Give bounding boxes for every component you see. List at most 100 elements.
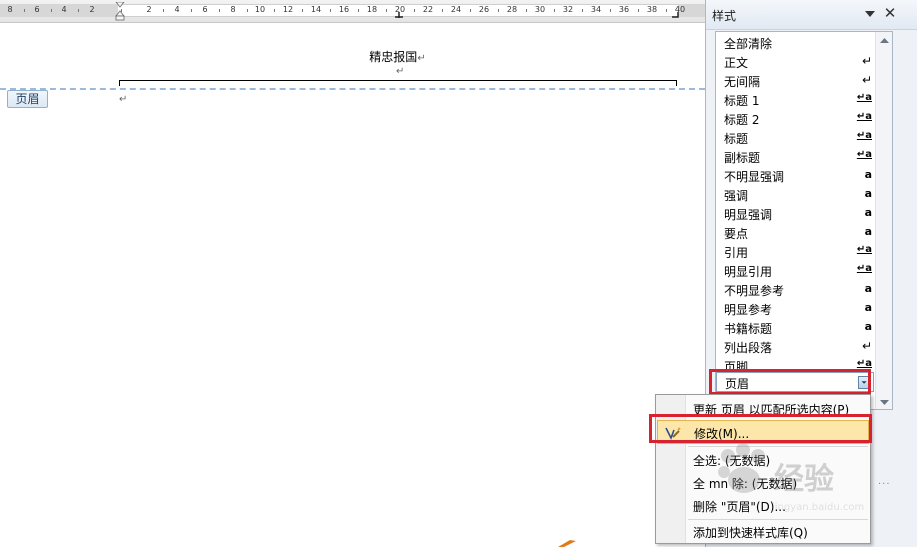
style-item[interactable]: 副标题 ↵a xyxy=(716,147,874,166)
header-title: 精忠报国 xyxy=(369,50,418,64)
close-icon[interactable]: ✕ xyxy=(882,5,898,21)
pane-options-dropdown-icon[interactable] xyxy=(863,8,877,20)
ruler-tick-label: 8 xyxy=(230,5,236,14)
style-item[interactable]: 明显引用 ↵a xyxy=(716,261,874,280)
character-style-icon: a xyxy=(864,168,872,181)
indent-marker-icon[interactable] xyxy=(115,2,125,21)
style-item[interactable]: 明显强调 a xyxy=(716,204,874,223)
ruler-tick xyxy=(386,9,387,12)
style-item[interactable]: 全部清除 xyxy=(716,33,874,52)
style-list[interactable]: 全部清除 正文 ↵ 无间隔 ↵ 标题 1 ↵a 标题 2 ↵a 标题 ↵a 副标题 ↵a 不明显强调 a 强调… xyxy=(715,31,893,410)
style-item-label: 标题 xyxy=(724,132,749,146)
right-tab-icon[interactable] xyxy=(672,12,680,18)
ruler-tick-label: 6 xyxy=(34,5,40,14)
style-item-label: 明显参考 xyxy=(724,303,773,317)
linked-style-icon: ↵a xyxy=(856,358,872,369)
ruler-tick-label: 6 xyxy=(202,5,208,14)
watermark-url: jingyan.baidu.com xyxy=(772,502,865,513)
style-item-label: 不明显强调 xyxy=(724,170,785,184)
linked-style-icon: ↵a xyxy=(856,263,872,274)
ruler-tick-label: 14 xyxy=(310,5,322,14)
style-item-label: 标题 1 xyxy=(724,94,760,108)
ruler-tick xyxy=(302,9,303,12)
ruler-tick-label: 22 xyxy=(422,5,434,14)
style-item[interactable]: 标题 2 ↵a xyxy=(716,109,874,128)
style-item-label: 标题 2 xyxy=(724,113,760,127)
ruler-tick xyxy=(526,9,527,12)
style-item[interactable]: 强调 a xyxy=(716,185,874,204)
center-tab-icon[interactable] xyxy=(395,12,403,18)
style-list-scrollbar[interactable] xyxy=(875,32,892,409)
header-label-tag: 页眉 xyxy=(7,90,48,108)
linked-style-icon: ↵a xyxy=(856,130,872,141)
style-item-label: 书籍标题 xyxy=(724,322,773,336)
style-item[interactable]: 引用 ↵a xyxy=(716,242,874,261)
watermark-text: 经验 xyxy=(774,462,834,497)
style-item[interactable]: 不明显强调 a xyxy=(716,166,874,185)
ruler-tick xyxy=(582,9,583,12)
style-item[interactable]: 不明显参考 a xyxy=(716,280,874,299)
style-item-label: 引用 xyxy=(724,246,749,260)
ruler-tick xyxy=(246,9,248,12)
character-style-icon: a xyxy=(864,282,872,295)
ruler-tick xyxy=(666,9,667,12)
ruler-tick xyxy=(23,9,25,12)
style-dropdown-button[interactable] xyxy=(858,376,871,389)
ruler-tick-label: 10 xyxy=(254,5,266,14)
ruler-tick-label: 34 xyxy=(590,5,602,14)
paragraph-style-icon: ↵ xyxy=(861,54,872,68)
watermark: 经验 jingyan.baidu.com xyxy=(712,440,882,513)
style-item[interactable]: 标题 ↵a xyxy=(716,128,874,147)
ruler-tick-label: 2 xyxy=(146,5,152,14)
style-item-label: 要点 xyxy=(724,227,749,241)
ruler-tick xyxy=(610,9,611,12)
style-item-label: 列出段落 xyxy=(724,341,773,355)
ruler-tick xyxy=(163,9,164,12)
character-style-icon: a xyxy=(864,320,872,333)
linked-style-icon: ↵a xyxy=(856,111,872,122)
scroll-down-icon[interactable] xyxy=(880,400,889,406)
ruler-tick-label: 16 xyxy=(338,5,350,14)
document-page[interactable]: 精忠报国↵ ↵ 页眉 ↵ xyxy=(0,24,705,547)
ruler-tick xyxy=(78,9,79,12)
header-text[interactable]: 精忠报国↵ xyxy=(0,48,795,65)
linked-style-icon: ↵a xyxy=(856,92,872,103)
ruler-tick-label: 2 xyxy=(89,5,95,14)
ruler-tick-label: 18 xyxy=(366,5,378,14)
paragraph-mark: ↵ xyxy=(119,94,128,105)
menu-item-label: 更新 页眉 以匹配所选内容(P) xyxy=(693,403,850,417)
word-window: 8 6 4 2 2 4 6 8 10 12 14 16 18 20 22 24 26 28 30 32 34 36 38 40… xyxy=(0,0,917,547)
style-item-label: 正文 xyxy=(724,56,749,70)
ruler-tick-label: 8 xyxy=(7,5,13,14)
ruler-left-margin xyxy=(0,4,118,17)
ruler-tick-label: 4 xyxy=(174,5,180,14)
scroll-up-icon[interactable] xyxy=(880,37,889,43)
style-item[interactable]: 列出段落 ↵ xyxy=(716,337,874,356)
style-item[interactable]: 正文 ↵ xyxy=(716,52,874,71)
header-boundary-line xyxy=(0,88,705,90)
style-item[interactable]: 要点 a xyxy=(716,223,874,242)
style-item-label: 页眉 xyxy=(725,377,750,391)
style-item[interactable]: 书籍标题 a xyxy=(716,318,874,337)
horizontal-ruler[interactable]: 8 6 4 2 2 4 6 8 10 12 14 16 18 20 22 24 26 28 30 32 34 36 38 40 xyxy=(0,0,705,23)
style-item[interactable]: 无间隔 ↵ xyxy=(716,71,874,90)
style-item[interactable]: 标题 1 ↵a xyxy=(716,90,874,109)
ruler-tick-label: 36 xyxy=(618,5,630,14)
menu-item-update-style[interactable]: 更新 页眉 以匹配所选内容(P) xyxy=(657,396,869,420)
ruler-tick xyxy=(638,9,639,12)
style-item[interactable]: 明显参考 a xyxy=(716,299,874,318)
paw-logo-icon xyxy=(718,443,765,493)
paragraph-mark: ↵ xyxy=(417,53,426,64)
ruler-tick xyxy=(470,9,471,12)
ruler-tick xyxy=(274,9,275,12)
ruler-tick xyxy=(330,9,331,12)
cursor-fragment-icon xyxy=(558,540,576,547)
style-item-selected[interactable]: 页眉 xyxy=(716,372,874,392)
pane-title: 样式 xyxy=(712,9,737,23)
chevron-down-icon xyxy=(861,381,867,384)
ruler-tick-label: 24 xyxy=(450,5,462,14)
ruler-tick xyxy=(358,9,359,12)
ruler-tick xyxy=(219,9,220,12)
menu-item-add-to-gallery[interactable]: 添加到快速样式库(Q) xyxy=(657,519,869,543)
style-item-label: 全部清除 xyxy=(724,37,773,51)
